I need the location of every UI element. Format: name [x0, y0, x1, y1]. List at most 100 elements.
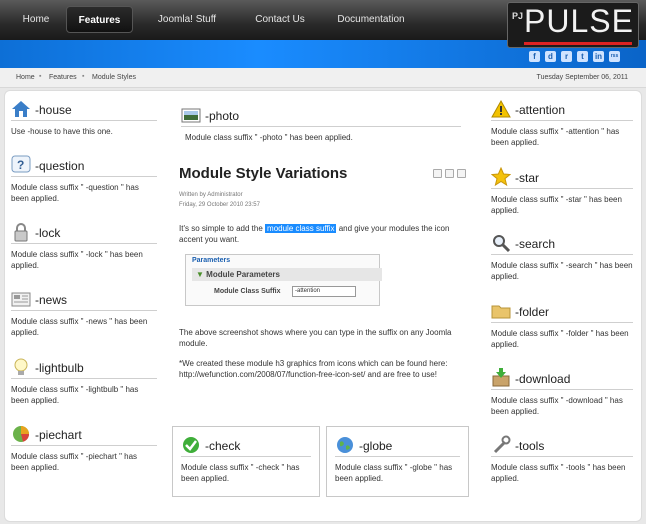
folder-icon: [491, 305, 511, 319]
module-check: -check Module class suffix " -check " ha…: [172, 426, 320, 497]
breadcrumb-separator-icon: ▪: [39, 73, 42, 80]
main-content: -house Use -house to have this one. ? -q…: [4, 90, 642, 522]
module-news: -news Module class suffix " -news " has …: [11, 289, 157, 338]
article-para2: The above screenshot shows where you can…: [179, 328, 452, 348]
site-logo[interactable]: PJ PULSE: [507, 2, 639, 48]
module-text: Module class suffix " -star " has been a…: [491, 195, 622, 215]
nav-item-documentation[interactable]: Documentation: [328, 6, 414, 33]
svg-text:?: ?: [17, 158, 24, 172]
question-icon: ?: [11, 155, 31, 173]
article-actions: [433, 169, 469, 180]
reddit-icon[interactable]: r: [561, 51, 572, 62]
parameters-heading: ▼ Module Parameters: [192, 268, 382, 281]
module-photo: -photo Module class suffix " -photo " ha…: [181, 105, 461, 143]
module-text: Module class suffix " -piechart " has be…: [11, 452, 138, 472]
parameters-legend: Parameters: [190, 257, 233, 264]
module-text: Module class suffix " -attention " has b…: [491, 127, 620, 147]
parameters-label: Module Class Suffix: [214, 288, 281, 295]
linkedin-icon[interactable]: in: [593, 51, 604, 62]
module-text: Module class suffix " -photo " has been …: [185, 133, 353, 142]
article-title: Module Style Variations: [179, 165, 348, 182]
module-title: -check: [205, 439, 241, 453]
breadcrumb-home[interactable]: Home: [16, 74, 35, 81]
module-title: -download: [515, 372, 571, 386]
parameters-screenshot: Parameters ▼ Module Parameters Module Cl…: [185, 254, 382, 306]
current-date: Tuesday September 06, 2011: [536, 74, 628, 81]
nav-item-joomla-stuff[interactable]: Joomla! Stuff: [146, 6, 228, 33]
module-title: -lock: [35, 226, 61, 240]
module-piechart: -piechart Module class suffix " -piechar…: [11, 424, 157, 473]
module-star: -star Module class suffix " -star " has …: [491, 167, 633, 216]
module-search: -search Module class suffix " -search " …: [491, 233, 633, 282]
nav-item-features[interactable]: Features: [66, 6, 133, 33]
module-question: ? -question Module class suffix " -quest…: [11, 155, 157, 204]
triangle-down-icon: ▼: [196, 270, 204, 279]
email-icon[interactable]: [457, 169, 466, 178]
logo-underline: [524, 42, 632, 45]
module-text: Module class suffix " -lightbulb " has b…: [11, 385, 139, 405]
intro-text: It's so simple to add the: [179, 224, 263, 233]
module-lightbulb: -lightbulb Module class suffix " -lightb…: [11, 357, 157, 406]
module-title: -piechart: [35, 428, 82, 442]
module-title: -lightbulb: [35, 361, 84, 375]
module-title: -star: [515, 171, 539, 185]
breadcrumb-features[interactable]: Features: [49, 74, 77, 81]
parameters-heading-label: Module Parameters: [206, 270, 280, 279]
module-folder: -folder Module class suffix " -folder " …: [491, 301, 633, 350]
breadcrumb-separator-icon: ▪: [82, 73, 85, 80]
module-globe: -globe Module class suffix " -globe " ha…: [326, 426, 469, 497]
nav-item-home[interactable]: Home: [12, 6, 60, 33]
logo-name: PULSE: [524, 3, 634, 39]
facebook-icon[interactable]: f: [529, 51, 540, 62]
digg-icon[interactable]: d: [545, 51, 556, 62]
twitter-icon[interactable]: t: [577, 51, 588, 62]
article-para3: *We created these module h3 graphics fro…: [179, 359, 448, 379]
module-text: Module class suffix " -folder " has been…: [491, 329, 629, 349]
rss-icon[interactable]: rss: [609, 51, 620, 62]
article-author: Written by Administrator: [179, 192, 243, 198]
module-title: -tools: [515, 439, 545, 453]
module-attention: -attention Module class suffix " -attent…: [491, 99, 633, 148]
globe-icon: [337, 437, 353, 453]
logo-prefix: PJ: [512, 11, 524, 21]
module-text: Module class suffix " -lock " has been a…: [11, 250, 143, 270]
print-icon[interactable]: [445, 169, 454, 178]
module-title: -folder: [515, 305, 550, 319]
module-text: Module class suffix " -question " has be…: [11, 183, 139, 203]
module-download: -download Module class suffix " -downloa…: [491, 368, 633, 417]
module-title: -photo: [205, 109, 240, 123]
tools-icon: [493, 435, 511, 454]
check-icon: [183, 437, 199, 453]
house-icon: [12, 101, 30, 117]
lock-icon: [14, 223, 28, 242]
intro-highlight: module class suffix: [265, 224, 337, 233]
module-lock: -lock Module class suffix " -lock " has …: [11, 222, 157, 271]
module-text: Module class suffix " -tools " has been …: [491, 463, 626, 483]
nav-item-contact-us[interactable]: Contact Us: [246, 6, 314, 33]
article-intro: It's so simple to add the module class s…: [179, 223, 469, 245]
star-icon: [491, 167, 511, 187]
module-text: Module class suffix " -globe " has been …: [335, 463, 453, 483]
photo-icon: [181, 108, 201, 123]
module-house: -house Use -house to have this one.: [11, 99, 157, 137]
download-icon: [492, 368, 510, 387]
article-date: Friday, 29 October 2010 23:57: [179, 202, 260, 208]
news-icon: [11, 292, 31, 307]
module-title: -house: [35, 103, 72, 117]
module-title: -question: [35, 159, 85, 173]
lightbulb-icon: [14, 358, 28, 375]
module-text: Module class suffix " -check " has been …: [181, 463, 300, 483]
module-title: -attention: [515, 103, 566, 117]
module-title: -news: [35, 293, 68, 307]
pdf-icon[interactable]: [433, 169, 442, 178]
search-icon: [493, 235, 511, 253]
module-text: Module class suffix " -news " has been a…: [11, 317, 148, 337]
module-tools: -tools Module class suffix " -tools " ha…: [491, 435, 633, 484]
attention-icon: [491, 99, 511, 118]
module-text: Module class suffix " -search " has been…: [491, 261, 633, 281]
module-title: -globe: [359, 439, 393, 453]
piechart-icon: [13, 426, 29, 442]
module-text: Use -house to have this one.: [11, 127, 113, 136]
module-class-suffix-field: -attention: [292, 286, 356, 297]
breadcrumb-current: Module Styles: [92, 74, 136, 81]
